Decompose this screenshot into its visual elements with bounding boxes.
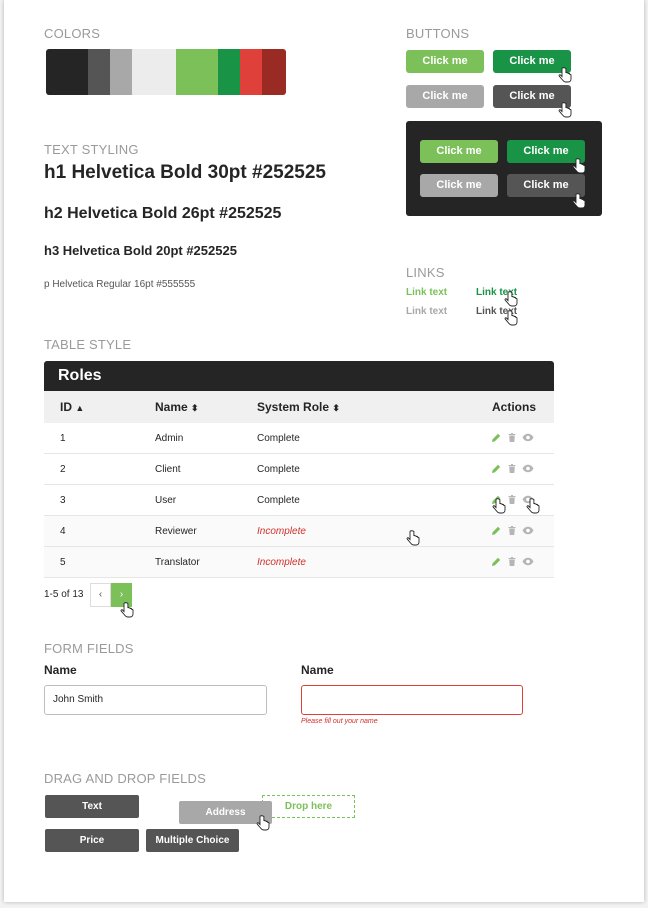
row-name: Client — [155, 464, 181, 475]
edit-pencil-icon[interactable] — [491, 463, 501, 474]
view-eye-icon[interactable] — [522, 432, 534, 443]
column-id-label: ID — [60, 400, 72, 414]
column-actions: Actions — [492, 400, 537, 414]
row-id: 4 — [60, 526, 66, 537]
row-name: Admin — [155, 433, 184, 444]
view-eye-icon[interactable] — [522, 556, 534, 567]
drag-field-text[interactable]: Text — [45, 795, 139, 818]
drop-zone[interactable]: Drop here — [262, 795, 355, 818]
sort-icon: ⬍ — [332, 403, 340, 413]
swatch-gray — [110, 49, 132, 95]
table-row: 3 User Complete — [44, 485, 554, 516]
hand-cursor-icon — [572, 158, 586, 174]
view-eye-icon[interactable] — [522, 463, 534, 474]
hand-cursor-icon — [504, 291, 518, 307]
edit-pencil-icon[interactable] — [491, 525, 501, 536]
h1-sample: h1 Helvetica Bold 30pt #252525 — [44, 162, 326, 183]
h3-sample: h3 Helvetica Bold 20pt #252525 — [44, 243, 237, 258]
edit-pencil-icon[interactable] — [491, 432, 501, 443]
colors-title: COLORS — [44, 26, 101, 41]
h2-sample: h2 Helvetica Bold 26pt #252525 — [44, 205, 282, 222]
column-system-role[interactable]: System Role ⬍ — [257, 400, 340, 414]
view-eye-icon[interactable] — [522, 525, 534, 536]
swatch-red — [240, 49, 262, 95]
button-gray-normal[interactable]: Click me — [406, 85, 484, 108]
row-name: Reviewer — [155, 526, 197, 537]
delete-trash-icon[interactable] — [507, 432, 517, 443]
swatch-green-dark — [218, 49, 240, 95]
hand-cursor-icon — [406, 530, 420, 546]
dark-button-gray-normal[interactable]: Click me — [420, 174, 498, 197]
row-name: User — [155, 495, 177, 506]
column-name-label: Name — [155, 400, 188, 414]
pagination-prev-button[interactable]: ‹ — [90, 583, 111, 607]
hand-cursor-icon — [492, 498, 506, 514]
swatch-red-dark — [262, 49, 286, 95]
table-row: 4 Reviewer Incomplete — [44, 516, 554, 547]
row-system-role: Complete — [257, 433, 300, 444]
table-header-row: ID ▲ Name ⬍ System Role ⬍ Actions — [44, 391, 554, 423]
p-sample: p Helvetica Regular 16pt #555555 — [44, 279, 196, 290]
name-label-error: Name — [301, 663, 334, 677]
form-fields-title: FORM FIELDS — [44, 641, 134, 656]
row-name: Translator — [155, 557, 200, 568]
row-system-role: Complete — [257, 464, 300, 475]
table-row: 1 Admin Complete — [44, 423, 554, 454]
table-row: 2 Client Complete — [44, 454, 554, 485]
dark-button-green-normal[interactable]: Click me — [420, 140, 498, 163]
link-gray-normal[interactable]: Link text — [406, 306, 447, 317]
name-error-message: Please fill out your name — [301, 718, 378, 725]
drag-field-multiple-choice[interactable]: Multiple Choice — [146, 829, 239, 852]
hand-cursor-icon — [256, 815, 270, 831]
delete-trash-icon[interactable] — [507, 463, 517, 474]
delete-trash-icon[interactable] — [507, 525, 517, 536]
hand-cursor-icon — [526, 498, 540, 514]
sort-icon: ⬍ — [191, 403, 199, 413]
drag-field-price[interactable]: Price — [45, 829, 139, 852]
link-green-normal[interactable]: Link text — [406, 287, 447, 298]
table-title: Roles — [44, 361, 554, 391]
table-style-title: TABLE STYLE — [44, 337, 132, 352]
links-title: LINKS — [406, 265, 445, 280]
hand-cursor-icon — [504, 310, 518, 326]
name-input-error[interactable] — [301, 685, 523, 715]
swatch-green-light — [176, 49, 218, 95]
row-id: 2 — [60, 464, 66, 475]
delete-trash-icon[interactable] — [507, 556, 517, 567]
color-swatches — [46, 49, 286, 95]
row-id: 5 — [60, 557, 66, 568]
table-row: 5 Translator Incomplete — [44, 547, 554, 578]
row-id: 3 — [60, 495, 66, 506]
row-id: 1 — [60, 433, 66, 444]
text-styling-title: TEXT STYLING — [44, 142, 139, 157]
sort-asc-icon: ▲ — [75, 403, 85, 413]
row-system-role: Complete — [257, 495, 300, 506]
column-id[interactable]: ID ▲ — [60, 400, 84, 414]
pagination-info: 1-5 of 13 — [44, 589, 84, 600]
hand-cursor-icon — [120, 602, 134, 618]
hand-cursor-icon — [558, 102, 572, 118]
column-name[interactable]: Name ⬍ — [155, 400, 199, 414]
hand-cursor-icon — [572, 193, 586, 209]
column-role-label: System Role — [257, 400, 330, 414]
row-system-role: Incomplete — [257, 526, 306, 537]
swatch-light — [132, 49, 176, 95]
button-green-normal[interactable]: Click me — [406, 50, 484, 73]
drag-drop-title: DRAG AND DROP FIELDS — [44, 771, 206, 786]
name-input[interactable]: John Smith — [44, 685, 267, 715]
buttons-title: BUTTONS — [406, 26, 470, 41]
edit-pencil-icon[interactable] — [491, 556, 501, 567]
swatch-gray-dark — [88, 49, 110, 95]
delete-trash-icon[interactable] — [507, 494, 517, 505]
row-system-role: Incomplete — [257, 557, 306, 568]
hand-cursor-icon — [558, 67, 572, 83]
swatch-dark — [46, 49, 88, 95]
name-label: Name — [44, 663, 77, 677]
roles-table: Roles ID ▲ Name ⬍ System Role ⬍ Actions … — [44, 361, 554, 578]
